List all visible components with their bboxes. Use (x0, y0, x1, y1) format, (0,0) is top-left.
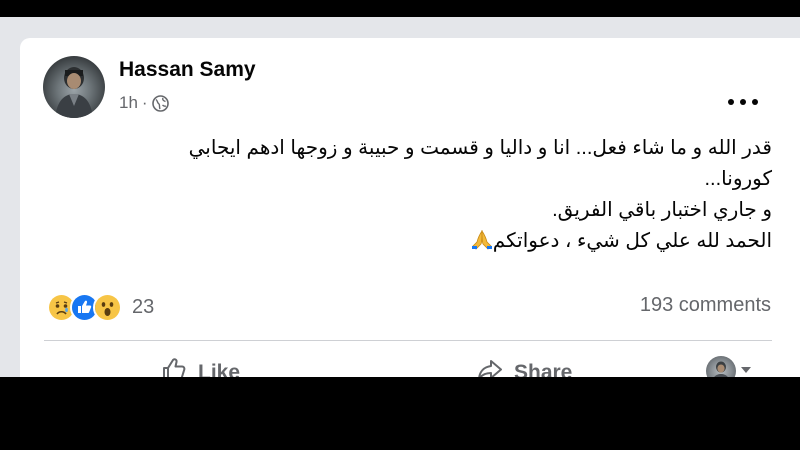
divider (44, 340, 772, 341)
post-text-line: و جاري اختبار باقي الفريق. (552, 199, 772, 221)
thumbs-up-icon (160, 356, 188, 377)
dot (728, 99, 734, 105)
reaction-identity-selector[interactable] (706, 354, 753, 377)
more-options-icon[interactable] (728, 94, 758, 110)
post-text-line-last: الحمد لله علي كل شيء ، دعواتكم (90, 226, 772, 257)
feed-background: Hassan Samy 1h · قدر الله و ما شاء فعل..… (0, 17, 800, 377)
comments-count-link[interactable]: 193 comments (640, 294, 771, 317)
reaction-count: 23 (132, 295, 155, 318)
like-button[interactable]: Like (160, 356, 240, 377)
post-text-line: كورونا... (704, 168, 773, 190)
praying-hands-icon (471, 229, 493, 250)
author-avatar[interactable] (43, 56, 105, 118)
author-name[interactable]: Hassan Samy (119, 58, 256, 82)
letterbox-bottom (0, 377, 800, 450)
post-time[interactable]: 1h (119, 93, 138, 113)
profile-avatar-icon (706, 356, 736, 377)
globe-icon[interactable] (151, 94, 169, 112)
like-label: Like (198, 361, 241, 377)
post-text: قدر الله و ما شاء فعل... انا و داليا و ق… (90, 133, 772, 257)
person-silhouette-icon (55, 67, 93, 118)
dot (740, 99, 746, 105)
dot (752, 99, 758, 105)
post-meta: 1h · (119, 93, 169, 113)
chevron-down-icon (739, 362, 753, 377)
reaction-summary[interactable]: 23 (47, 291, 154, 323)
post-card: Hassan Samy 1h · قدر الله و ما شاء فعل..… (20, 38, 800, 377)
share-label: Share (514, 361, 573, 377)
meta-separator: · (141, 93, 148, 112)
post-text-line: الحمد لله علي كل شيء ، دعواتكم (492, 230, 772, 252)
share-arrow-icon (476, 356, 504, 377)
wow-reaction-icon (93, 292, 122, 322)
letterbox-top (0, 0, 800, 17)
share-button[interactable]: Share (476, 356, 572, 377)
post-text-line: قدر الله و ما شاء فعل... انا و داليا و ق… (188, 137, 772, 159)
